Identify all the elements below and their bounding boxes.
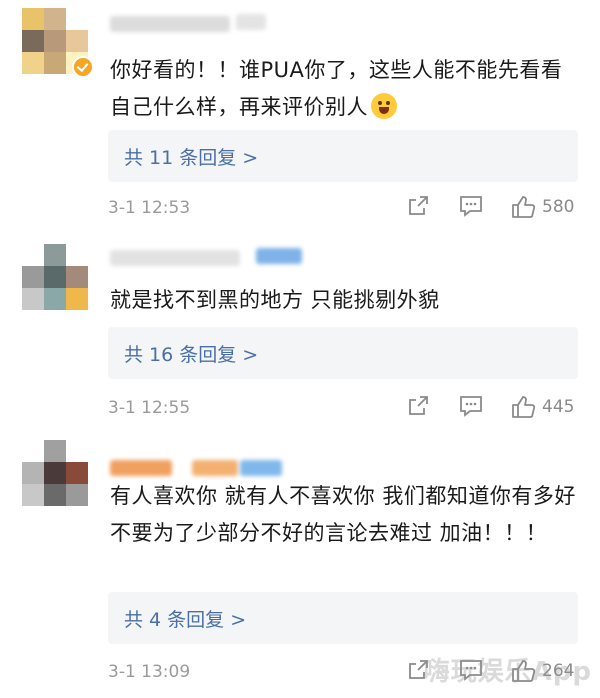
like-button[interactable]: 580 (510, 194, 574, 220)
replies-button[interactable]: 共 4 条回复 > (108, 592, 578, 644)
smiling-face-emoji-icon (371, 93, 397, 119)
comment-button[interactable] (458, 194, 484, 218)
username[interactable] (110, 250, 240, 266)
timestamp: 3-1 12:55 (108, 398, 191, 418)
like-count: 445 (542, 397, 575, 417)
avatar[interactable] (22, 440, 88, 506)
replies-label: 共 4 条回复 > (124, 609, 247, 631)
user-badge (256, 248, 302, 264)
username-part (192, 460, 238, 476)
replies-button[interactable]: 共 11 条回复 > (108, 130, 578, 182)
comment-text: 你好看的！！谁PUA你了，这些人能不能先看看自己什么样，再来评价别人 (110, 58, 563, 119)
timestamp: 3-1 13:09 (108, 662, 191, 682)
comment-text: 就是找不到黑的地方 只能挑剔外貌 (110, 288, 440, 312)
timestamp: 3-1 12:53 (108, 198, 191, 218)
user-badge (240, 460, 282, 476)
share-button[interactable] (406, 194, 430, 218)
replies-label: 共 11 条回复 > (124, 147, 259, 169)
username[interactable] (110, 16, 230, 32)
replies-button[interactable]: 共 16 条回复 > (108, 327, 578, 379)
avatar[interactable] (22, 244, 88, 310)
replies-label: 共 16 条回复 > (124, 344, 259, 366)
share-button[interactable] (406, 394, 430, 418)
like-count: 580 (542, 197, 575, 217)
watermark: 嗨玩娱乐App (423, 657, 592, 687)
thumbs-up-icon (512, 396, 536, 418)
share-icon (409, 196, 428, 215)
comment-button[interactable] (458, 394, 484, 418)
comment-text: 有人喜欢你 就有人不喜欢你 我们都知道你有多好 不要为了少部分不好的言论去难过 … (110, 484, 576, 545)
verified-badge-icon (72, 56, 94, 78)
comment-icon (460, 396, 482, 417)
thumbs-up-icon (512, 196, 536, 218)
username[interactable] (110, 460, 172, 476)
share-icon (409, 396, 428, 415)
user-badge (236, 14, 266, 30)
like-button[interactable]: 445 (510, 394, 574, 420)
comment-icon (460, 196, 482, 217)
